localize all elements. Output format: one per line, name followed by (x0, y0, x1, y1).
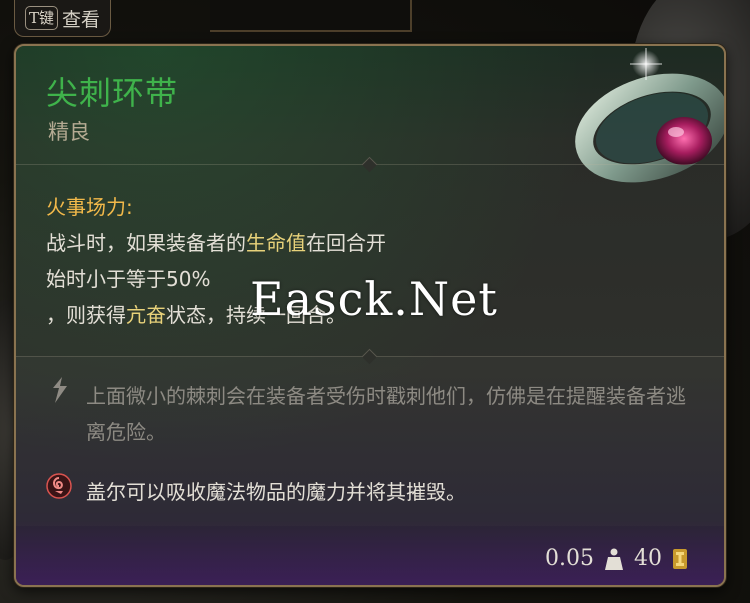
inspect-label: 查看 (62, 8, 101, 31)
ring-icon (575, 48, 724, 183)
thorn-icon (53, 377, 67, 403)
weight-icon (605, 548, 623, 570)
effect-line: 战斗时，如果装备者的生命值在回合开 (46, 225, 516, 261)
item-rarity: 精良 (48, 120, 90, 144)
item-tooltip: 尖刺环带 精良 火事场力: 战斗时，如果装备者的生命值在回合开 始时小于等于50… (14, 44, 726, 587)
hit-points-keyword[interactable]: 生命值 (246, 231, 306, 255)
effect-line: 始时小于等于50% (46, 267, 211, 291)
item-value: 40 (634, 546, 662, 571)
effect-divider (16, 348, 724, 365)
game-scene: T键 查看 尖刺环带 精良 火事场力: 战斗时，如果装备者的生命值在回合开 始时… (0, 0, 750, 603)
gale-spiral-icon (46, 473, 72, 499)
header-divider (16, 156, 724, 173)
effect-text: ，则获得 (46, 303, 126, 327)
inspect-key-hint[interactable]: T键 查看 (14, 0, 112, 37)
flavor-text: 上面微小的棘刺会在装备者受伤时戳刺他们，仿佛是在提醒装备者逃离危险。 (86, 384, 686, 444)
gale-note: 盖尔可以吸收魔法物品的魔力并将其摧毁。 (86, 480, 466, 504)
effect-title: 火事场力: (46, 195, 133, 219)
tooltip-footer: 0.05 40 (16, 521, 724, 585)
item-weight: 0.05 (545, 546, 594, 571)
effect-text: 战斗时，如果装备者的 (46, 231, 246, 255)
item-stats: 0.05 40 (545, 546, 688, 571)
item-name: 尖刺环带 (46, 74, 179, 112)
effect-text: 状态，持续一回合。 (166, 303, 346, 327)
gold-coin-icon (673, 548, 687, 569)
effect-line: ，则获得亢奋状态，持续一回合。 (46, 297, 516, 333)
item-effect: 火事场力: 战斗时，如果装备者的生命值在回合开 始时小于等于50% ，则获得亢奋… (46, 189, 516, 333)
tooltip-header: 尖刺环带 精良 (16, 46, 724, 183)
t-key-badge: T键 (25, 6, 59, 30)
frenzied-keyword[interactable]: 亢奋 (126, 303, 166, 327)
background-frame (210, 0, 412, 32)
effect-text: 在回合开 (306, 231, 386, 255)
